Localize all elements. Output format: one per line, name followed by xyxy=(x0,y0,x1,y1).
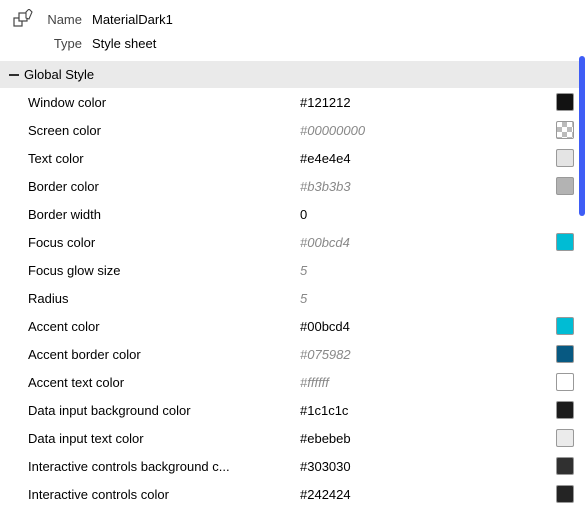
property-row[interactable]: Text color#e4e4e4 xyxy=(0,144,585,172)
color-swatch[interactable] xyxy=(556,121,574,139)
name-label: Name xyxy=(42,12,92,27)
group-header-global-style[interactable]: Global Style xyxy=(0,61,585,88)
property-value[interactable]: #242424 xyxy=(300,487,555,502)
property-label: Accent text color xyxy=(28,375,300,390)
color-swatch[interactable] xyxy=(556,345,574,363)
property-row[interactable]: Border color#b3b3b3 xyxy=(0,172,585,200)
property-row[interactable]: Interactive controls color#242424 xyxy=(0,480,585,506)
color-swatch[interactable] xyxy=(556,485,574,503)
property-value[interactable]: #00000000 xyxy=(300,123,555,138)
swatch-cell xyxy=(555,317,585,335)
color-swatch[interactable] xyxy=(556,317,574,335)
property-row[interactable]: Accent border color#075982 xyxy=(0,340,585,368)
color-swatch[interactable] xyxy=(556,93,574,111)
property-label: Accent border color xyxy=(28,347,300,362)
property-label: Window color xyxy=(28,95,300,110)
swatch-cell xyxy=(555,457,585,475)
property-value[interactable]: #1c1c1c xyxy=(300,403,555,418)
color-swatch[interactable] xyxy=(556,373,574,391)
property-value[interactable]: 5 xyxy=(300,291,555,306)
name-value[interactable]: MaterialDark1 xyxy=(92,12,173,27)
property-row[interactable]: Radius5 xyxy=(0,284,585,312)
property-value[interactable]: #ffffff xyxy=(300,375,555,390)
property-row[interactable]: Border width0 xyxy=(0,200,585,228)
property-value[interactable]: #00bcd4 xyxy=(300,319,555,334)
property-row[interactable]: Focus color#00bcd4 xyxy=(0,228,585,256)
property-value[interactable]: #b3b3b3 xyxy=(300,179,555,194)
stylesheet-icon xyxy=(4,9,42,29)
color-swatch[interactable] xyxy=(556,233,574,251)
property-row[interactable]: Interactive controls background c...#303… xyxy=(0,452,585,480)
property-label: Accent color xyxy=(28,319,300,334)
color-swatch[interactable] xyxy=(556,457,574,475)
properties-list: Window color#121212Screen color#00000000… xyxy=(0,88,585,506)
property-label: Screen color xyxy=(28,123,300,138)
property-row[interactable]: Data input text color#ebebeb xyxy=(0,424,585,452)
property-label: Interactive controls background c... xyxy=(28,459,300,474)
property-label: Data input text color xyxy=(28,431,300,446)
property-label: Border color xyxy=(28,179,300,194)
object-header: Name MaterialDark1 Type Style sheet xyxy=(0,0,585,61)
property-row[interactable]: Accent text color#ffffff xyxy=(0,368,585,396)
color-swatch[interactable] xyxy=(556,429,574,447)
property-label: Interactive controls color xyxy=(28,487,300,502)
header-row-name: Name MaterialDark1 xyxy=(4,7,581,31)
property-row[interactable]: Data input background color#1c1c1c xyxy=(0,396,585,424)
property-label: Border width xyxy=(28,207,300,222)
property-row[interactable]: Focus glow size5 xyxy=(0,256,585,284)
header-row-type: Type Style sheet xyxy=(4,31,581,55)
property-value[interactable]: #075982 xyxy=(300,347,555,362)
vertical-scrollbar[interactable] xyxy=(579,56,585,216)
property-value[interactable]: #ebebeb xyxy=(300,431,555,446)
property-row[interactable]: Window color#121212 xyxy=(0,88,585,116)
swatch-cell xyxy=(555,233,585,251)
property-label: Text color xyxy=(28,151,300,166)
property-value[interactable]: #00bcd4 xyxy=(300,235,555,250)
property-value[interactable]: #303030 xyxy=(300,459,555,474)
swatch-cell xyxy=(555,373,585,391)
property-label: Data input background color xyxy=(28,403,300,418)
swatch-cell xyxy=(555,401,585,419)
property-row[interactable]: Screen color#00000000 xyxy=(0,116,585,144)
property-value[interactable]: #121212 xyxy=(300,95,555,110)
type-label: Type xyxy=(42,36,92,51)
type-value: Style sheet xyxy=(92,36,156,51)
property-value[interactable]: 0 xyxy=(300,207,555,222)
property-label: Radius xyxy=(28,291,300,306)
property-label: Focus glow size xyxy=(28,263,300,278)
color-swatch[interactable] xyxy=(556,401,574,419)
swatch-cell xyxy=(555,345,585,363)
property-value[interactable]: 5 xyxy=(300,263,555,278)
property-value[interactable]: #e4e4e4 xyxy=(300,151,555,166)
swatch-cell xyxy=(555,485,585,503)
group-title: Global Style xyxy=(24,67,94,82)
property-label: Focus color xyxy=(28,235,300,250)
color-swatch[interactable] xyxy=(556,177,574,195)
collapse-icon[interactable] xyxy=(4,69,24,81)
swatch-cell xyxy=(555,429,585,447)
color-swatch[interactable] xyxy=(556,149,574,167)
property-row[interactable]: Accent color#00bcd4 xyxy=(0,312,585,340)
